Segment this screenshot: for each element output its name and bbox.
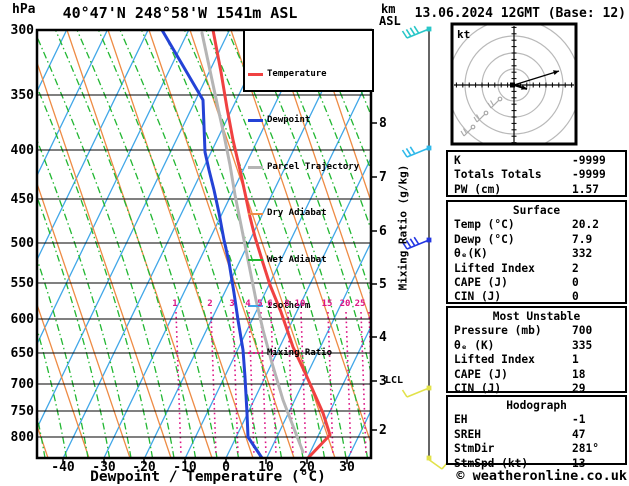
legend-item: Dewpoint <box>248 115 372 126</box>
legend-label: Mixing Ratio <box>267 347 333 358</box>
table-row: Dewp (°C) 7.9 <box>454 232 593 246</box>
right-axis-title: Mixing Ratio (g/kg) <box>396 164 410 291</box>
copyright-label: © weatheronline.co.uk <box>456 468 627 484</box>
table-row: StmDir 281° <box>454 442 599 456</box>
pressure-tick-label: 550 <box>10 276 34 291</box>
table-row: K -9999 <box>454 154 606 167</box>
temperature-line-swatch <box>248 72 263 76</box>
indices-table: K -9999 Totals Totals -9999 PW (cm) 1.57 <box>446 150 627 197</box>
km-tick-label: 4 <box>379 330 387 345</box>
table-row: CAPE (J) 0 <box>454 275 579 289</box>
table-row: EH -1 <box>454 413 586 427</box>
dewpoint-line-swatch <box>248 119 263 123</box>
skewt-sounding-app: hPa 40°47'N 248°58'W 1541m ASL km ASL 13… <box>0 0 629 486</box>
mixing-ratio-swatch <box>248 351 263 354</box>
surface-table: Surface Temp (°C) 20.2 Dewp (°C) 7.9 θₑ(K)… <box>446 200 627 304</box>
table-row: Pressure (mb) 700 <box>454 324 593 338</box>
hodograph-table: Hodograph EH -1 SREH 47 StmDir 281° StmSpd … <box>446 395 627 470</box>
km-tick-label: 8 <box>379 116 387 131</box>
mixing-ratio-value-label: 2 <box>207 299 213 309</box>
legend-item: Dry Adiabat <box>248 208 372 219</box>
table-row: Totals Totals -9999 <box>454 168 606 182</box>
pressure-tick-label: 800 <box>10 430 34 445</box>
pressure-tick-label: 350 <box>10 88 34 103</box>
pressure-tick-label: 400 <box>10 143 34 158</box>
legend-label: Wet Adiabat <box>267 254 327 265</box>
hodograph-unit-label: kt <box>457 28 471 41</box>
altitude-asl-unit-label: ASL <box>379 14 401 28</box>
legend-item: Wet Adiabat <box>248 254 372 265</box>
table-row: PW (cm) 1.57 <box>454 182 599 196</box>
legend-item: Temperature <box>248 69 372 79</box>
legend-label: Dewpoint <box>267 115 311 126</box>
lcl-label: LCL <box>385 375 404 386</box>
legend-label: Parcel Trajectory <box>267 161 360 172</box>
datetime-label: 13.06.2024 12GMT (Base: 12) <box>414 6 626 21</box>
table-row: Lifted Index 2 <box>454 261 579 275</box>
most-unstable-table: Most Unstable Pressure (mb) 700 θₑ (K) 335… <box>446 306 627 395</box>
dry-adiabat-swatch <box>248 212 263 215</box>
pressure-tick-label: 450 <box>10 192 34 207</box>
table-row: SREH 47 <box>454 427 586 441</box>
legend-label: Dry Adiabat <box>267 208 327 219</box>
mixing-ratio-value-label: 1 <box>172 299 178 309</box>
legend-item: Mixing Ratio <box>248 347 372 358</box>
pressure-tick-label: 750 <box>10 404 34 419</box>
legend-label: Temperature <box>267 69 327 79</box>
pressure-tick-label: 300 <box>10 23 34 38</box>
km-tick-label: 2 <box>379 423 387 438</box>
mixing-ratio-value-label: 25 <box>354 299 366 309</box>
parcel-line-swatch <box>248 165 263 169</box>
table-title: Hodograph <box>506 399 567 412</box>
mixing-ratio-value-label: 10 <box>294 299 306 309</box>
station-title: 40°47'N 248°58'W 1541m ASL <box>62 4 298 22</box>
x-axis-title: Dewpoint / Temperature (°C) <box>90 469 326 485</box>
pressure-tick-label: 700 <box>10 377 34 392</box>
km-tick-label: 7 <box>379 170 387 185</box>
pressure-tick-label: 500 <box>10 236 34 251</box>
table-row: CAPE (J) 18 <box>454 367 586 381</box>
legend: Temperature Dewpoint Parcel Trajectory D… <box>243 29 374 357</box>
table-title: Surface <box>512 204 561 217</box>
pressure-tick-label: 650 <box>10 346 34 361</box>
pressure-tick-label: 600 <box>10 312 34 327</box>
table-title: Most Unstable <box>492 310 581 323</box>
table-row: θₑ(K) 332 <box>454 247 593 261</box>
table-row: Lifted Index 1 <box>454 353 579 367</box>
legend-item: Parcel Trajectory <box>248 161 372 172</box>
km-tick-label: 5 <box>379 277 387 292</box>
table-row: θₑ (K) 335 <box>454 338 593 352</box>
wet-adiabat-swatch <box>248 258 263 261</box>
table-row: CIN (J) 0 <box>454 290 579 304</box>
km-tick-label: 6 <box>379 224 387 239</box>
table-row: Temp (°C) 20.2 <box>454 218 599 232</box>
